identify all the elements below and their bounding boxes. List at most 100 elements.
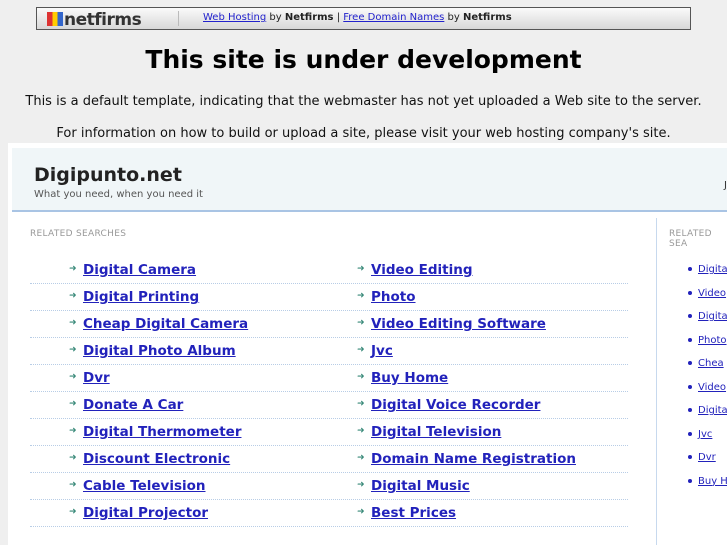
bullet-icon — [688, 314, 692, 318]
right-related-item: Digita — [688, 264, 727, 275]
bullet-icon — [688, 384, 692, 389]
info-text-2: For information on how to build or uploa… — [56, 126, 671, 141]
link-row: ➜ Discount Electronic ➜ Domain Name Registr… — [30, 446, 628, 473]
bullet-icon — [688, 361, 692, 365]
arrow-icon: ➜ — [69, 480, 77, 490]
parked-site-frame: Digipunto.net What you need, when you ne… — [8, 143, 727, 545]
arrow-icon: ➜ — [357, 399, 365, 409]
right-related-link[interactable]: Dvr — [698, 452, 716, 463]
pipe: | — [336, 12, 341, 23]
link-row: ➜ Digital Thermometer ➜ Digital Television — [30, 419, 628, 446]
right-related-item: Dvr — [688, 452, 716, 463]
bullet-icon — [688, 290, 692, 295]
arrow-icon: ➜ — [357, 345, 365, 355]
bullet-icon — [688, 455, 692, 459]
arrow-icon: ➜ — [357, 480, 365, 490]
related-search-link[interactable]: Digital Thermometer — [83, 424, 241, 440]
related-search-link[interactable]: Cable Television — [83, 478, 206, 494]
right-related-link[interactable]: Digita — [698, 311, 727, 322]
right-related-item: Chea — [688, 358, 724, 369]
arrow-icon: ➜ — [357, 318, 365, 328]
related-search-link[interactable]: Digital Television — [371, 424, 501, 440]
arrow-icon: ➜ — [357, 507, 365, 517]
related-search-link[interactable]: Discount Electronic — [83, 451, 230, 467]
arrow-icon: ➜ — [69, 345, 77, 355]
related-search-link[interactable]: Digital Printing — [83, 289, 199, 305]
by-text: by — [447, 12, 460, 23]
related-search-link[interactable]: Domain Name Registration — [371, 451, 576, 467]
right-related-link[interactable]: Video — [698, 288, 726, 299]
column-divider — [656, 218, 657, 545]
right-related-link[interactable]: Buy H — [698, 476, 727, 487]
arrow-icon: ➜ — [69, 399, 77, 409]
right-related-item: Digita — [688, 311, 727, 322]
netfirms-banner: netfirms Web Hosting by Netfirms | Free … — [36, 7, 691, 30]
right-related-item: Video — [688, 382, 726, 393]
related-search-link[interactable]: Dvr — [83, 370, 110, 386]
arrow-icon: ➜ — [357, 264, 365, 274]
related-search-link[interactable]: Digital Projector — [83, 505, 208, 521]
right-related-link[interactable]: Chea — [698, 358, 724, 369]
link-row: ➜ Donate A Car ➜ Digital Voice Recorder — [30, 392, 628, 419]
related-search-link[interactable]: Best Prices — [371, 505, 456, 521]
right-related-item: Jvc — [688, 429, 712, 440]
right-related-link[interactable]: Video — [698, 382, 726, 393]
site-title[interactable]: Digipunto.net — [34, 164, 182, 186]
related-search-link[interactable]: Donate A Car — [83, 397, 183, 413]
link-row: ➜ Cheap Digital Camera ➜ Video Editing Soft… — [30, 311, 628, 338]
related-search-link[interactable]: Digital Music — [371, 478, 470, 494]
arrow-icon: ➜ — [69, 507, 77, 517]
right-related-link[interactable]: Jvc — [698, 429, 712, 440]
related-searches-label-right: RELATED SEA — [669, 229, 712, 249]
web-hosting-link[interactable]: Web Hosting — [203, 12, 266, 23]
arrow-icon: ➜ — [357, 291, 365, 301]
divider — [178, 11, 179, 26]
link-row: ➜ Digital Photo Album ➜ Jvc — [30, 338, 628, 365]
related-search-link[interactable]: Jvc — [371, 343, 393, 359]
arrow-icon: ➜ — [69, 318, 77, 328]
right-related-link[interactable]: Photo — [698, 335, 727, 346]
related-search-link[interactable]: Video Editing Software — [371, 316, 546, 332]
arrow-icon: ➜ — [357, 426, 365, 436]
info-text-1: This is a default template, indicating t… — [25, 94, 702, 109]
free-domain-names-link[interactable]: Free Domain Names — [343, 12, 444, 23]
by-text: by — [269, 12, 282, 23]
arrow-icon: ➜ — [69, 291, 77, 301]
arrow-icon: ➜ — [357, 453, 365, 463]
site-header: Digipunto.net What you need, when you ne… — [12, 148, 727, 212]
right-related-link[interactable]: Digita — [698, 264, 727, 275]
bullet-icon — [688, 337, 692, 342]
banner-links: Web Hosting by Netfirms | Free Domain Na… — [203, 12, 512, 23]
brand-text: Netfirms — [463, 12, 512, 23]
related-search-link[interactable]: Digital Photo Album — [83, 343, 236, 359]
related-searches-label: RELATED SEARCHES — [30, 229, 127, 239]
link-row: ➜ Cable Television ➜ Digital Music — [30, 473, 628, 500]
related-search-link[interactable]: Buy Home — [371, 370, 448, 386]
bullet-icon — [688, 431, 692, 436]
bullet-icon — [688, 478, 692, 483]
right-related-item: Buy H — [688, 476, 727, 487]
netfirms-logo[interactable]: netfirms — [47, 10, 142, 30]
bullet-icon — [688, 267, 692, 271]
link-row: ➜ Digital Projector ➜ Best Prices — [30, 500, 628, 527]
arrow-icon: ➜ — [69, 264, 77, 274]
right-related-item: Digita — [688, 405, 727, 416]
page-heading: This site is under development — [145, 45, 582, 74]
right-related-item: Video — [688, 288, 726, 299]
link-row: ➜ Digital Printing ➜ Photo — [30, 284, 628, 311]
link-row: ➜ Dvr ➜ Buy Home — [30, 365, 628, 392]
netfirms-logo-icon — [47, 12, 63, 26]
brand-text: Netfirms — [284, 12, 334, 23]
arrow-icon: ➜ — [69, 453, 77, 463]
related-search-link[interactable]: Digital Voice Recorder — [371, 397, 540, 413]
related-search-link[interactable]: Cheap Digital Camera — [83, 316, 248, 332]
right-related-link[interactable]: Digita — [698, 405, 727, 416]
arrow-icon: ➜ — [69, 426, 77, 436]
related-search-link[interactable]: Digital Camera — [83, 262, 196, 278]
site-tagline: What you need, when you need it — [34, 189, 203, 200]
related-search-link[interactable]: Video Editing — [371, 262, 473, 278]
bullet-icon — [688, 408, 692, 412]
right-related-item: Photo — [688, 335, 727, 346]
link-row: ➜ Digital Camera ➜ Video Editing — [30, 257, 628, 284]
related-search-link[interactable]: Photo — [371, 289, 416, 305]
